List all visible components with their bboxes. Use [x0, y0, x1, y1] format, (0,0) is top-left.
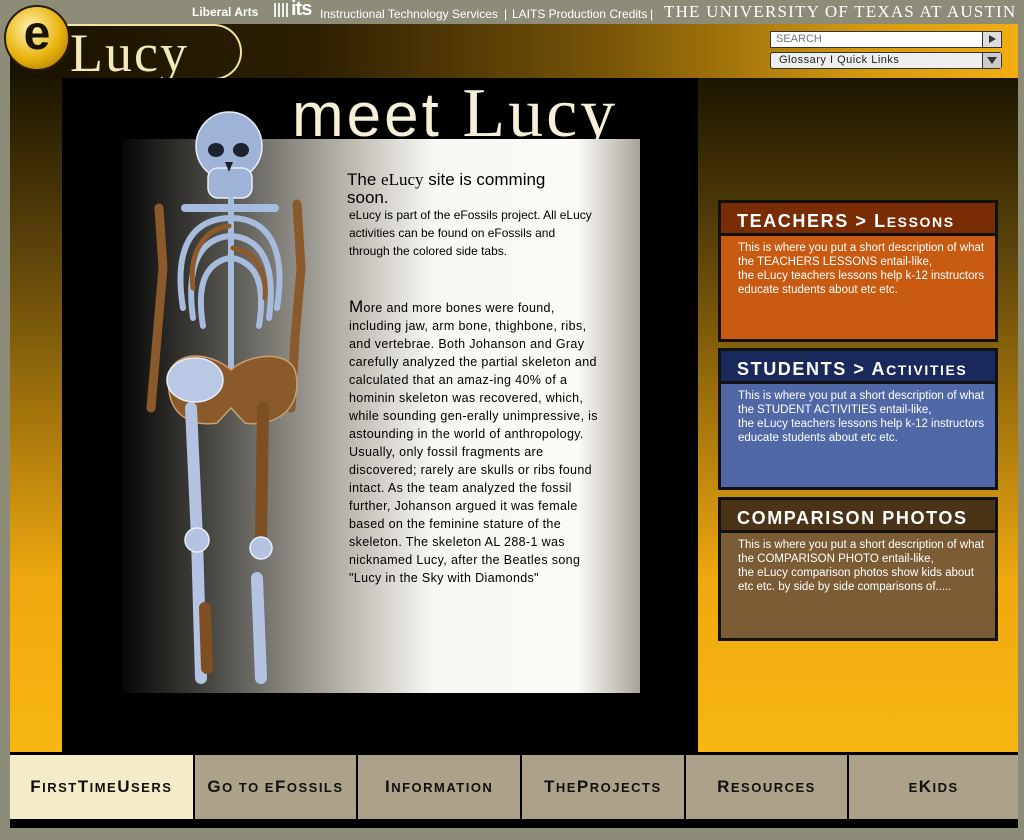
nav-label-part: G — [207, 777, 223, 796]
nav-label-part: HE — [555, 779, 577, 795]
nav-information[interactable]: I NFORMATION — [358, 755, 520, 819]
comparison-photos-heading[interactable]: COMPARISON PHOTOS — [721, 500, 995, 530]
card-body-text: More and more bones were found, includin… — [349, 298, 601, 587]
chevron-down-icon[interactable] — [982, 53, 1001, 68]
logo-e: e — [23, 7, 51, 60]
teachers-lessons-description: This is where you put a short descriptio… — [721, 233, 995, 311]
nav-label-part: NFORMATION — [391, 779, 494, 795]
nav-label-part: SERS — [131, 779, 173, 795]
nav-label-part: ESOURCES — [730, 779, 816, 795]
its-logo-icon — [274, 3, 288, 17]
heading-part: ESSONS — [886, 214, 955, 230]
ut-austin-link[interactable]: THE UNIVERSITY OF TEXAS AT AUSTIN — [664, 2, 1016, 22]
logo-text[interactable]: Lucy — [70, 26, 189, 80]
nav-label-part: O TO E — [222, 779, 275, 795]
nav-go-to-efossils[interactable]: GO TO E F OSSILS — [194, 755, 357, 819]
lucy-skeleton-image — [146, 111, 306, 684]
search-input[interactable] — [771, 32, 976, 45]
search-box — [770, 31, 1002, 48]
card-heading-brand: eLucy — [381, 170, 424, 189]
production-credits-link[interactable]: LAITS Production Credits — [512, 7, 647, 21]
nav-label-part: IDS — [932, 779, 959, 795]
elucy-logo-icon[interactable]: e — [4, 5, 70, 71]
top-bar: Liberal Arts its Instructional Technolog… — [0, 0, 1024, 24]
glossary-select[interactable]: Glossary I Quick Links — [770, 52, 1002, 69]
nav-label-part: F — [30, 777, 43, 796]
nav-label-part: T — [77, 777, 90, 796]
students-activities-panel[interactable]: STUDENTS > ACTIVITIES This is where you … — [718, 348, 998, 490]
card-heading-pre: The — [347, 170, 382, 189]
bottom-nav: F IRST T IME U SERS GO TO E F OSSILS I NFORMAT… — [10, 752, 1018, 828]
card-heading: The eLucy site is comming soon. — [347, 171, 587, 207]
nav-ekids[interactable]: E K IDS — [849, 755, 1018, 819]
nav-label-part: IRST — [42, 779, 78, 795]
nav-resources[interactable]: R ESOURCES — [685, 755, 848, 819]
heading-part: STUDENTS > A — [737, 359, 887, 379]
nav-label-part: T — [543, 777, 556, 796]
liberal-arts-link[interactable]: Liberal Arts — [192, 5, 258, 19]
nav-label-part: OSSILS — [286, 779, 344, 795]
students-activities-description: This is where you put a short descriptio… — [721, 381, 995, 459]
drop-cap: M — [349, 297, 364, 316]
its-logo[interactable]: its — [291, 0, 312, 21]
glossary-label: Glossary I Quick Links — [779, 54, 900, 66]
nav-label-part: P — [576, 777, 590, 796]
card-intro-text: eLucy is part of the eFossils project. A… — [349, 208, 592, 258]
nav-label-part: E — [908, 779, 919, 795]
comparison-photos-description: This is where you put a short descriptio… — [721, 530, 995, 608]
nav-label-part: U — [117, 777, 132, 796]
nav-label-part: K — [918, 777, 933, 796]
nav-the-projects[interactable]: T HE P ROJECTS — [521, 755, 684, 819]
heading-part: TEACHERS > L — [737, 211, 887, 231]
nav-label-part: R — [717, 777, 731, 796]
nav-first-time-users[interactable]: F IRST T IME U SERS — [10, 755, 193, 819]
nav-label-part: F — [274, 777, 287, 796]
search-go-icon[interactable] — [982, 32, 1001, 47]
separator: | — [650, 7, 654, 21]
heading-part: CTIVITIES — [886, 362, 968, 378]
nav-label-part: IME — [89, 779, 118, 795]
teachers-lessons-heading[interactable]: TEACHERS > LESSONS — [721, 203, 995, 233]
students-activities-heading[interactable]: STUDENTS > ACTIVITIES — [721, 351, 995, 381]
nav-label-part: ROJECTS — [589, 779, 662, 795]
teachers-lessons-panel[interactable]: TEACHERS > LESSONS This is where you put… — [718, 200, 998, 342]
its-link[interactable]: Instructional Technology Services — [320, 7, 498, 21]
card-body-rest: ore and more bones were found, including… — [349, 301, 598, 585]
comparison-photos-panel[interactable]: COMPARISON PHOTOS This is where you put … — [718, 497, 998, 641]
separator: | — [504, 7, 508, 21]
